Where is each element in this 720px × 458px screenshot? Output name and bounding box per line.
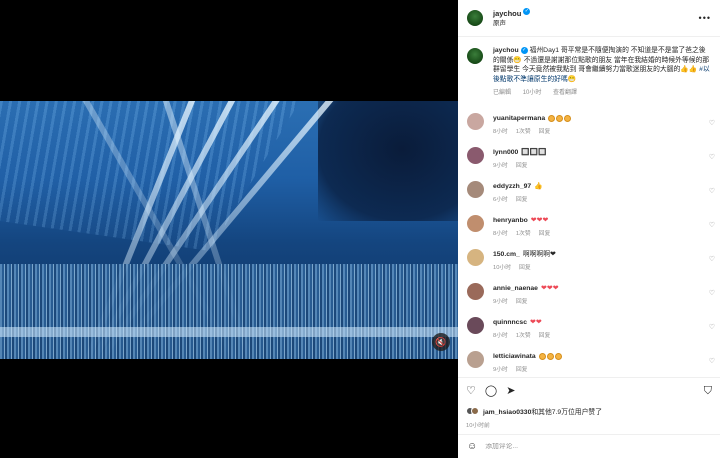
post-media: 🔇 (0, 0, 458, 458)
comment-time: 9小时 (493, 367, 508, 373)
post-time: 10小时前 (466, 423, 490, 429)
avatar[interactable] (467, 147, 484, 164)
comment-username[interactable]: henryanbo (493, 217, 528, 224)
more-horizontal-icon[interactable]: ••• (699, 13, 711, 23)
list-item: yuanitapermana 8小时 1次赞 回复 ♡ (467, 110, 717, 140)
reply-button[interactable]: 回复 (516, 163, 528, 169)
comment-time: 10小时 (493, 265, 512, 271)
list-item: letticiawinata 9小时 回复 ♡ (467, 348, 717, 377)
comment-username[interactable]: quinnncsc (493, 319, 527, 326)
likes-username[interactable]: jam_hsiao0330 (483, 409, 531, 416)
video-crowd (0, 264, 458, 359)
video-sky (318, 101, 458, 221)
comment-username[interactable]: letticiawinata (493, 353, 536, 360)
comment-likes[interactable]: 1次赞 (516, 129, 531, 135)
reply-button[interactable]: 回复 (539, 231, 551, 237)
heart-icon[interactable]: ♡ (709, 357, 715, 365)
comments-scroll[interactable]: jaychou ✓ 福州Day1 哥平常是不隨便掏演的 不知道是不是當了爸之後的關… (458, 37, 720, 377)
comment-input[interactable] (485, 443, 686, 450)
heart-icon[interactable]: ♡ (709, 221, 715, 229)
heart-icon[interactable]: ♡ (709, 119, 715, 127)
mute-icon[interactable]: 🔇 (432, 333, 450, 351)
caption-time: 10小时 (522, 90, 542, 96)
reply-button[interactable]: 回复 (516, 299, 528, 305)
caption-meta: 已編輯 10小时 查看翻譯 (493, 87, 711, 96)
hearts-emoji: ❤❤ (530, 319, 542, 326)
caption-text: jaychou ✓ 福州Day1 哥平常是不隨便掏演的 不知道是不是當了爸之後的關… (493, 46, 711, 84)
list-item: quinnncsc ❤❤ 8小时 1次赞 回复 ♡ (467, 314, 717, 344)
post-username[interactable]: jaychou (493, 9, 521, 18)
verified-badge-icon: ✓ (523, 8, 531, 16)
caption-username[interactable]: jaychou (493, 47, 519, 54)
comment-time: 9小时 (493, 163, 508, 169)
comment-icon[interactable]: ◯ (485, 385, 497, 397)
list-item: 150.cm_ 啊啊啊啊❤ 10小时 回复 ♡ (467, 246, 717, 276)
translate-link[interactable]: 查看翻譯 (553, 90, 577, 96)
hearts-emoji: ❤❤❤ (540, 285, 559, 292)
reply-button[interactable]: 回复 (539, 333, 551, 339)
video-stage (0, 327, 458, 337)
add-comment-bar: ☺ (458, 434, 720, 458)
avatar[interactable] (467, 10, 483, 26)
edited-label: 已編輯 (493, 90, 512, 96)
reply-button[interactable]: 回复 (539, 129, 551, 135)
verified-badge-icon: ✓ (520, 46, 528, 54)
list-item: annie_naenae ❤❤❤ 9小时 回复 ♡ (467, 280, 717, 310)
comment-likes[interactable]: 1次赞 (516, 231, 531, 237)
avatar (471, 407, 479, 415)
list-item: henryanbo ❤❤❤ 8小时 1次赞 回复 ♡ (467, 212, 717, 242)
comment-username[interactable]: annie_naenae (493, 285, 538, 292)
comment-text: 啊啊啊啊❤ (522, 251, 556, 258)
comment-time: 6小时 (493, 197, 508, 203)
post-side-panel: jaychou ✓ 原声 ••• jaychou ✓ 福州Day1 哥平常是不隨便掏… (458, 0, 720, 458)
bookmark-icon[interactable]: ⛉ (704, 385, 712, 397)
audio-label[interactable]: 原声 (493, 19, 530, 29)
video-stadium-stand (0, 101, 300, 251)
avatar[interactable] (467, 249, 484, 266)
post-caption: jaychou ✓ 福州Day1 哥平常是不隨便掏演的 不知道是不是當了爸之後的關… (458, 37, 720, 96)
comment-likes[interactable]: 1次赞 (516, 333, 531, 339)
concert-video[interactable]: 🔇 (0, 101, 458, 359)
heart-icon[interactable]: ♡ (709, 323, 715, 331)
heart-icon[interactable]: ♡ (709, 289, 715, 297)
list-item: eddyzzh_97 👍 6小时 回复 ♡ (467, 178, 717, 208)
likes-summary[interactable]: jam_hsiao0330和其他7.9万位用户赞了 (466, 406, 712, 416)
share-icon[interactable]: ➤ (506, 385, 515, 397)
avatar[interactable] (467, 317, 484, 334)
comment-username[interactable]: 150.cm_ (493, 251, 520, 258)
comment-username[interactable]: yuanitapermana (493, 115, 545, 122)
comment-time: 8小时 (493, 231, 508, 237)
avatar[interactable] (467, 113, 484, 130)
list-item: lynn000 🔲🔲🔲 9小时 回复 ♡ (467, 144, 717, 174)
avatar[interactable] (467, 351, 484, 368)
comment-username[interactable]: eddyzzh_97 (493, 183, 531, 190)
comment-text: 🔲🔲🔲 (521, 149, 547, 156)
comment-time: 8小时 (493, 129, 508, 135)
heart-icon[interactable]: ♡ (709, 187, 715, 195)
avatar[interactable] (467, 48, 483, 64)
post-actions: ♡ ◯ ➤ ⛉ jam_hsiao0330和其他7.9万位用户赞了 10小时前 (458, 377, 720, 429)
emoji-icon[interactable]: ☺ (467, 441, 477, 452)
comment-username[interactable]: lynn000 (493, 149, 518, 156)
reply-button[interactable]: 回复 (516, 197, 528, 203)
avatar[interactable] (467, 215, 484, 232)
comment-text: 👍 (534, 183, 543, 190)
faces-emoji (548, 114, 572, 122)
faces-emoji (538, 352, 563, 360)
reply-button[interactable]: 回复 (516, 367, 528, 373)
heart-icon[interactable]: ♡ (709, 255, 715, 263)
comment-time: 8小时 (493, 333, 508, 339)
post-header: jaychou ✓ 原声 ••• (458, 0, 720, 37)
hearts-emoji: ❤❤❤ (530, 217, 549, 224)
comment-time: 9小时 (493, 299, 508, 305)
reply-button[interactable]: 回复 (519, 265, 531, 271)
likes-count[interactable]: 和其他7.9万位用户赞了 (531, 409, 602, 416)
avatar[interactable] (467, 181, 484, 198)
heart-icon[interactable]: ♡ (466, 385, 476, 397)
avatar[interactable] (467, 283, 484, 300)
heart-icon[interactable]: ♡ (709, 153, 715, 161)
